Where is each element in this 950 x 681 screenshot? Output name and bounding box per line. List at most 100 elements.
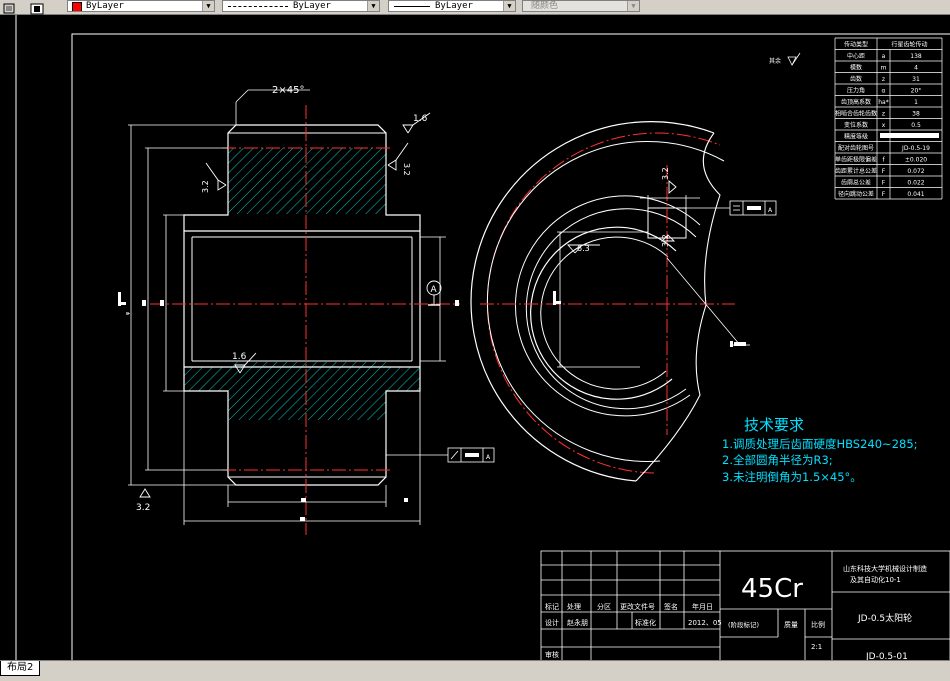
linetype-combo[interactable]: ByLayer ▼ [222,0,380,12]
hub-circle [514,195,701,417]
other-roughness-label: 其余 [769,57,781,65]
outer-circle [470,121,715,482]
param-row-value: JD-0.5-19 [901,145,930,152]
lineweight-combo-label: ByLayer [435,1,473,11]
pitch-circle [486,132,721,474]
param-row-symbol: F [882,168,886,175]
color-combo[interactable]: ByLayer ▼ [67,0,215,12]
param-row-label: 径向跳动公差 [838,190,874,198]
param-row-value: 4 [914,65,918,72]
material-label: 45Cr [741,574,803,604]
tb-weight-label: 质量 [784,620,798,629]
tab-layout2-label: 布局2 [7,662,34,673]
tb-scale: 2:1 [811,643,822,651]
param-row-label: 中心距 [847,52,865,60]
param-row-value: 0.072 [907,168,924,175]
hatch-bottom-right [386,367,420,391]
roughness-symbol-bottom [139,488,151,498]
lineweight-sample [394,6,430,7]
front-view-dimensions [557,195,750,368]
properties-toolbar: ByLayer ▼ ByLayer ▼ ByLayer ▼ 随颜色 ▼ [0,0,950,15]
param-row-label: 精度等级 [844,133,868,141]
gear-parameter-table: 传动类型 行星齿轮传动中心距 a 138模数 m 4齿数 z 31压力角 α 20°齿顶高系数 ha… [834,37,943,200]
param-row-symbol: z [882,111,885,118]
drawing-canvas[interactable]: 2×45° φ 1.6 1.6 3.2 3.2 3.2 A A A 6.3 3.… [0,15,950,675]
param-row-label: 变位系数 [844,121,868,129]
param-row-value: 0.5 [911,122,921,129]
hatch-bottom [228,362,386,420]
roughness-right-value: 3.2 [661,234,670,247]
gear-front-view [470,121,735,482]
tech-note-1: 1.调质处理后齿面硬度HBS240~285; [722,437,918,451]
param-row-label: 齿距累计总公差 [835,167,877,175]
param-row-label: 模数 [850,64,862,72]
chevron-down-icon: ▼ [627,1,639,11]
tb-design-label: 设计 [545,618,559,627]
school-line-2: 及其自动化10-1 [850,575,901,584]
drawing-number: JD-0.5-01 [865,652,908,660]
param-row-symbol: f [882,157,885,164]
tb-stage-label: (阶段标记) [728,620,759,629]
param-row-value: 0.041 [907,191,924,198]
linetype-sample [228,6,288,7]
param-row-symbol: α [882,88,886,95]
hub-chamfer-circle [525,208,697,410]
param-row-label: 单齿距极限偏差 [835,156,877,164]
param-row-label: 相啮合齿轮齿数 [835,110,877,118]
roughness-left-value: 3.2 [201,180,210,193]
tb-signature-label: 签名 [664,602,678,611]
param-row-value: 1 [914,99,918,106]
param-row-symbol: x [882,122,886,129]
color-swatch [72,2,82,11]
param-row-label: 齿数 [850,75,862,83]
break-line [635,132,721,482]
root-circle [486,141,725,462]
plotstyle-combo[interactable]: 随颜色 ▼ [522,0,640,12]
make-current-icon[interactable] [30,0,46,15]
chevron-down-icon: ▼ [202,1,214,11]
tolerance-bottom-datum: A [486,454,491,461]
tech-note-2: 2.全部圆角半径为R3; [722,453,833,467]
roughness-top-value: 1.6 [413,114,428,124]
tb-process-label: 处理 [567,602,581,611]
part-name: JD-0.5太阳轮 [857,612,912,624]
hatch-top [228,148,386,214]
tolerance-frame-bottom [386,447,495,463]
roughness-symbol-keyway-side [660,180,677,242]
param-row-symbol: m [881,65,887,72]
tech-note-3: 3.未注明倒角为1.5×45°。 [722,470,862,484]
param-row-label: 齿廓总公差 [841,179,871,187]
tb-review-label: 审核 [545,650,559,659]
tech-requirements-title: 技术要求 [744,416,804,434]
param-row-value: 20° [911,88,922,95]
hatch-bottom-left [184,367,228,391]
chamfer-note: 2×45° [272,85,304,96]
datum-label: A [431,285,438,295]
layer-state-icon[interactable] [2,0,18,14]
school-line-1: 山东科技大学机械设计制造 [843,564,927,573]
param-row-value: ±0.020 [905,157,927,164]
sheet-border [15,15,950,675]
tb-zone-label: 分区 [597,602,611,611]
tb-designer: 赵永朋 [567,618,588,627]
color-combo-label: ByLayer [86,1,124,11]
tb-change-doc-label: 更改文件号 [620,602,655,611]
tb-scale-label: 比例 [811,620,825,629]
param-header-type: 传动类型 [844,41,868,49]
gear-section-view [150,105,460,535]
accuracy-grade-bar [880,133,939,138]
tab-layout2[interactable]: 布局2 [0,661,41,676]
roughness-bore-value: 1.6 [232,352,247,362]
param-row-label: 齿顶高系数 [841,98,871,106]
param-row-symbol: a [882,53,886,60]
param-row-symbol: F [882,191,886,198]
lineweight-combo[interactable]: ByLayer ▼ [388,0,516,12]
param-row-label: 压力角 [847,87,865,95]
roughness-keyway-side-value: 3.2 [661,167,670,180]
tb-standard-label: 标准化 [635,618,656,627]
chevron-down-icon: ▼ [367,1,379,11]
roughness-bottom-value: 3.2 [136,503,150,513]
svg-text:φ: φ [125,311,131,315]
param-row-value: 0.022 [907,180,924,187]
param-header-value: 行星齿轮传动 [891,41,927,49]
